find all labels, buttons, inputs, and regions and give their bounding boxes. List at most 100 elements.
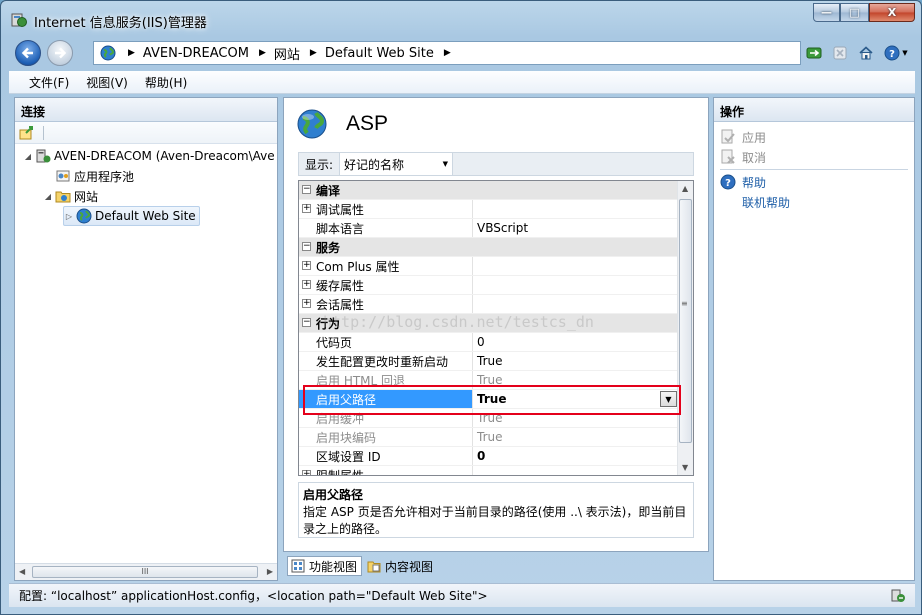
property-name: 代码页 bbox=[299, 333, 473, 351]
sites-folder-icon bbox=[55, 191, 71, 203]
chevron-down-icon: ▼ bbox=[442, 160, 449, 168]
property-row[interactable]: + 会话属性 bbox=[299, 295, 679, 314]
close-button[interactable]: X bbox=[869, 3, 915, 22]
property-label: Com Plus 属性 bbox=[316, 259, 400, 274]
property-row[interactable]: 启用块编码 True bbox=[299, 428, 679, 447]
property-value: True bbox=[473, 428, 679, 446]
cancel-icon bbox=[721, 149, 735, 164]
tab-features-view[interactable]: 功能视图 bbox=[287, 556, 363, 576]
property-value-text: VBScript bbox=[477, 221, 529, 235]
maximize-button[interactable]: □ bbox=[840, 3, 869, 22]
scroll-up-icon[interactable]: ▲ bbox=[682, 184, 688, 193]
property-name: + 缓存属性 bbox=[299, 276, 473, 294]
property-value bbox=[473, 466, 679, 475]
expand-arrow-icon[interactable]: ▷ bbox=[64, 212, 74, 221]
menu-view[interactable]: 视图(V) bbox=[86, 74, 128, 91]
property-name: 脚本语言 bbox=[299, 219, 473, 237]
network-status-icon bbox=[891, 589, 905, 602]
connections-tree: ◢ AVEN-DREACOM (Aven-Dreacom\Ave 应用程序池 ◢… bbox=[15, 146, 277, 562]
address-bar[interactable]: ▶ AVEN-DREACOM ▶ 网站 ▶ Default Web Site ▶ bbox=[93, 41, 801, 65]
tree-node-default-web-site[interactable]: ▷ Default Web Site bbox=[63, 206, 200, 226]
collapse-box-icon[interactable]: − bbox=[302, 318, 311, 327]
property-row[interactable]: + 调试属性 bbox=[299, 200, 679, 219]
property-category[interactable]: − 行为 bbox=[299, 314, 679, 333]
property-value: 0 bbox=[473, 447, 679, 465]
app-pool-icon bbox=[56, 170, 70, 182]
breadcrumb-server[interactable]: AVEN-DREACOM ▶ bbox=[143, 46, 274, 61]
breadcrumb-default-web-site[interactable]: Default Web Site ▶ bbox=[325, 46, 459, 61]
title-bar[interactable]: Internet 信息服务(IIS)管理器 — □ X bbox=[1, 1, 921, 37]
action-cancel[interactable]: 取消 bbox=[720, 148, 766, 166]
tree-label-default-web-site: Default Web Site bbox=[95, 209, 196, 223]
property-row[interactable]: 区域设置 ID 0 bbox=[299, 447, 679, 466]
collapse-box-icon[interactable]: − bbox=[302, 242, 311, 251]
property-row[interactable]: + 限制属性 bbox=[299, 466, 679, 475]
navigation-bar: ▶ AVEN-DREACOM ▶ 网站 ▶ Default Web Site ▶ ? … bbox=[9, 37, 915, 69]
vertical-scrollbar[interactable]: ▲ ≡ ▼ bbox=[677, 181, 693, 475]
display-filter-bar: 显示: 好记的名称 ▼ bbox=[298, 152, 694, 176]
display-mode-value: 好记的名称 bbox=[344, 157, 405, 172]
property-label: 编译 bbox=[316, 183, 341, 198]
toolbar-separator bbox=[43, 125, 44, 140]
scroll-left-icon[interactable]: ◀ bbox=[19, 567, 25, 576]
highlight-box bbox=[303, 385, 681, 415]
stop-icon[interactable] bbox=[829, 42, 851, 64]
action-help[interactable]: ? 帮助 bbox=[720, 173, 766, 191]
minimize-button[interactable]: — bbox=[813, 3, 840, 22]
forward-button[interactable] bbox=[47, 40, 73, 66]
property-row[interactable]: 发生配置更改时重新启动 True bbox=[299, 352, 679, 371]
scroll-thumb[interactable]: III bbox=[32, 566, 258, 578]
property-category[interactable]: − 服务 bbox=[299, 238, 679, 257]
display-mode-select[interactable]: 好记的名称 ▼ bbox=[339, 153, 454, 175]
expand-box-icon[interactable]: + bbox=[302, 204, 311, 213]
help-icon[interactable]: ? ▼ bbox=[881, 42, 911, 64]
scroll-grip: III bbox=[141, 567, 149, 576]
menu-help[interactable]: 帮助(H) bbox=[145, 74, 187, 91]
scroll-down-icon[interactable]: ▼ bbox=[682, 463, 688, 472]
description-text: 指定 ASP 页是否允许相对于当前目录的路径(使用 ..\ 表示法)，即当前目录… bbox=[303, 505, 687, 536]
home-icon[interactable] bbox=[855, 42, 877, 64]
property-category[interactable]: − 编译 bbox=[299, 181, 679, 200]
property-label: 代码页 bbox=[316, 335, 353, 350]
collapse-arrow-icon[interactable]: ◢ bbox=[43, 192, 53, 201]
tree-node-app-pools[interactable]: 应用程序池 bbox=[43, 166, 134, 186]
horizontal-scrollbar[interactable]: ◀ III ▶ bbox=[15, 563, 277, 580]
breadcrumb-root-arrow[interactable]: ▶ bbox=[124, 48, 143, 58]
apply-icon bbox=[721, 129, 735, 144]
menu-file[interactable]: 文件(F) bbox=[29, 74, 69, 91]
connect-icon[interactable] bbox=[19, 125, 35, 141]
breadcrumb-sites[interactable]: 网站 ▶ bbox=[274, 44, 325, 63]
content-view-icon bbox=[367, 561, 381, 573]
connections-toolbar bbox=[15, 122, 277, 144]
action-online-help[interactable]: 联机帮助 bbox=[742, 193, 790, 211]
expand-box-icon[interactable]: + bbox=[302, 261, 311, 270]
collapse-box-icon[interactable]: − bbox=[302, 185, 311, 194]
tree-node-sites[interactable]: ◢ 网站 bbox=[43, 186, 98, 206]
property-row[interactable]: + Com Plus 属性 bbox=[299, 257, 679, 276]
property-label: 行为 bbox=[316, 316, 341, 331]
property-value bbox=[473, 257, 679, 275]
action-apply[interactable]: 应用 bbox=[720, 128, 766, 146]
scroll-right-icon[interactable]: ▶ bbox=[267, 567, 273, 576]
svg-text:?: ? bbox=[725, 178, 731, 189]
property-name: + Com Plus 属性 bbox=[299, 257, 473, 275]
property-row[interactable]: 代码页 0 bbox=[299, 333, 679, 352]
property-label: 区域设置 ID bbox=[316, 449, 381, 464]
refresh-icon[interactable] bbox=[803, 42, 825, 64]
expand-box-icon[interactable]: + bbox=[302, 280, 311, 289]
display-label: 显示: bbox=[305, 157, 334, 172]
expand-box-icon[interactable]: + bbox=[302, 470, 311, 475]
property-grid: + 限制属性 区域设置 ID 0 启用块编码 True 启用缓冲 True 启用父路径 True ▼… bbox=[298, 180, 694, 476]
property-description: 启用父路径 指定 ASP 页是否允许相对于当前目录的路径(使用 ..\ 表示法)… bbox=[298, 482, 694, 538]
property-row[interactable]: 脚本语言 VBScript bbox=[299, 219, 679, 238]
expand-box-icon[interactable]: + bbox=[302, 299, 311, 308]
property-value-text: True bbox=[477, 354, 503, 368]
back-button[interactable] bbox=[15, 40, 41, 66]
collapse-arrow-icon[interactable]: ◢ bbox=[23, 152, 33, 161]
property-row[interactable]: + 缓存属性 bbox=[299, 276, 679, 295]
property-label: 服务 bbox=[316, 240, 341, 255]
tab-content-view[interactable]: 内容视图 bbox=[364, 556, 437, 576]
tree-node-server[interactable]: ◢ AVEN-DREACOM (Aven-Dreacom\Ave bbox=[23, 146, 275, 166]
property-value bbox=[473, 276, 679, 294]
server-icon bbox=[36, 149, 51, 163]
